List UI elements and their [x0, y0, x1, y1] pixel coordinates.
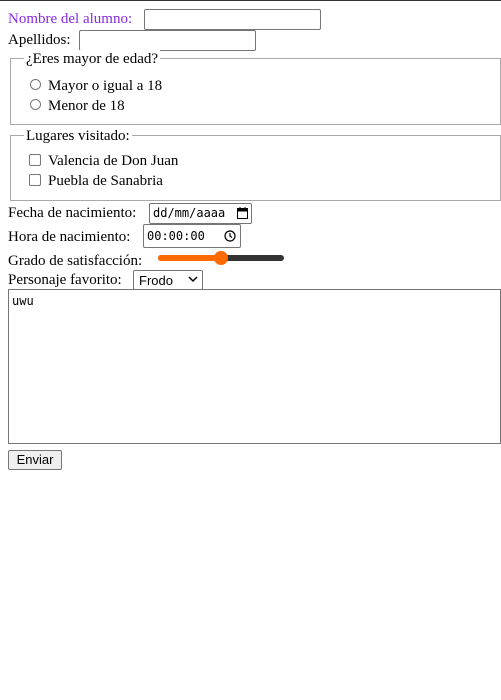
submit-button[interactable]: Enviar: [8, 450, 62, 470]
age-adult-radio[interactable]: [30, 79, 41, 90]
birth-time-value: 00:00:00: [147, 229, 205, 243]
age-group-legend: ¿Eres mayor de edad?: [24, 50, 161, 68]
comments-textarea[interactable]: uwu: [8, 289, 501, 444]
favorite-character-label: Personaje favorito:: [8, 272, 122, 288]
calendar-icon[interactable]: [237, 207, 248, 219]
place-puebla-checkbox[interactable]: [29, 174, 41, 186]
birth-date-value: dd/mm/aaaa: [153, 206, 226, 220]
comments-text: uwu: [12, 294, 34, 308]
age-minor-radio[interactable]: [30, 99, 41, 110]
place-puebla-label[interactable]: Puebla de Sanabria: [48, 172, 163, 190]
slider-fill: [158, 255, 221, 261]
birth-time-label: Hora de nacimiento:: [8, 229, 131, 245]
student-name-label: Nombre del alumno:: [8, 11, 133, 27]
birth-time-input[interactable]: 00:00:00: [143, 224, 241, 248]
birth-date-label: Fecha de nacimiento:: [8, 205, 137, 221]
age-minor-label[interactable]: Menor de 18: [48, 97, 125, 115]
birth-date-input[interactable]: dd/mm/aaaa: [149, 203, 252, 224]
student-name-input[interactable]: [144, 9, 321, 30]
favorite-character-select[interactable]: Frodo: [133, 270, 203, 290]
places-legend: Lugares visitado:: [24, 127, 132, 145]
surnames-input[interactable]: [79, 30, 256, 51]
top-border: [0, 0, 501, 1]
age-adult-label[interactable]: Mayor o igual a 18: [48, 77, 162, 95]
clock-icon[interactable]: [224, 230, 236, 242]
satisfaction-slider[interactable]: [156, 250, 286, 266]
chevron-down-icon: [188, 276, 198, 283]
place-valencia-label[interactable]: Valencia de Don Juan: [48, 152, 178, 170]
surnames-label: Apellidos:: [8, 32, 71, 48]
satisfaction-label: Grado de satisfacción:: [8, 253, 143, 269]
favorite-character-value: Frodo: [139, 273, 173, 288]
place-valencia-checkbox[interactable]: [29, 154, 41, 166]
slider-thumb: [214, 251, 228, 265]
